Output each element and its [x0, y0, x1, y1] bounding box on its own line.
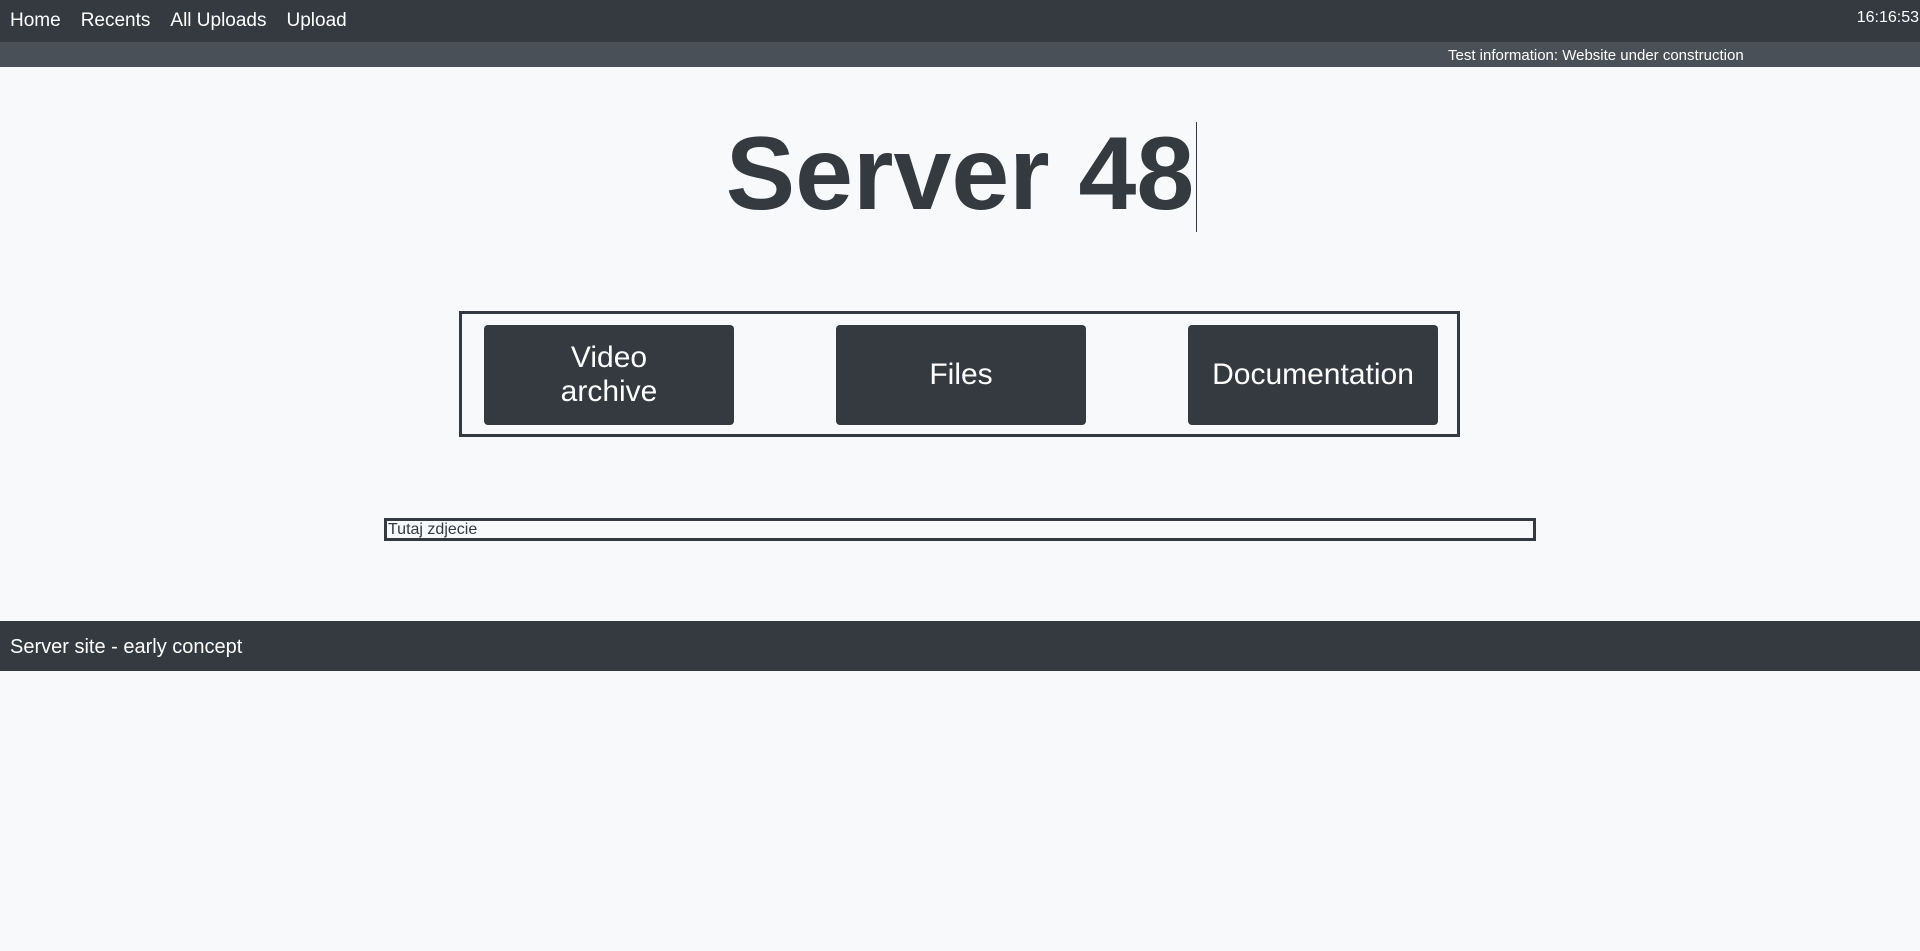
- video-archive-label: Video archive: [560, 341, 658, 408]
- page-title-text: Server 48: [725, 116, 1195, 232]
- info-bar: Test information: Website under construc…: [0, 42, 1920, 67]
- button-group: Video archive Files Documentation: [459, 311, 1460, 437]
- footer-text: Server site - early concept: [10, 636, 243, 658]
- documentation-label: Documentation: [1212, 358, 1414, 391]
- files-button[interactable]: Files: [836, 325, 1086, 425]
- page-title-container: Server 48: [0, 112, 1920, 237]
- page-title: Server 48: [725, 112, 1198, 237]
- nav-links: Home Recents All Uploads Upload: [0, 0, 357, 42]
- clock: 16:16:53: [1856, 9, 1919, 26]
- files-label: Files: [929, 358, 993, 391]
- documentation-button[interactable]: Documentation: [1188, 325, 1438, 425]
- info-text: Test information: Website under construc…: [1448, 47, 1744, 64]
- top-navbar: Home Recents All Uploads Upload 16:16:53: [0, 0, 1920, 42]
- nav-upload-link[interactable]: Upload: [277, 0, 357, 42]
- nav-home-link[interactable]: Home: [0, 0, 71, 42]
- video-archive-button[interactable]: Video archive: [484, 325, 734, 425]
- text-caret: [1196, 122, 1198, 232]
- nav-recents-link[interactable]: Recents: [71, 0, 161, 42]
- nav-all-uploads-link[interactable]: All Uploads: [160, 0, 276, 42]
- footer: Server site - early concept: [0, 621, 1920, 671]
- photo-placeholder: Tutaj zdjecie: [384, 518, 1536, 541]
